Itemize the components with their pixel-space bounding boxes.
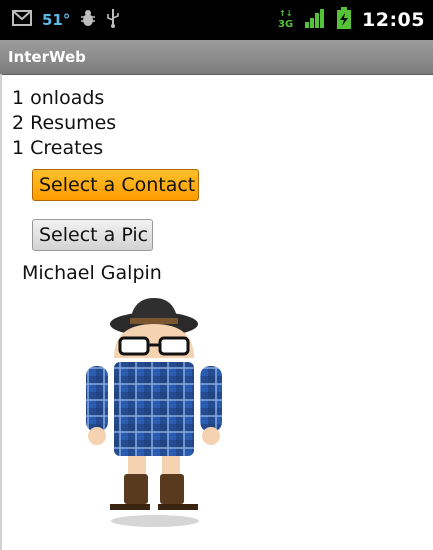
app-screen: 51° ↑↓ 3G 12:05 InterWeb 1 onloads 2 Res… [0,0,433,550]
usb-icon [106,8,120,32]
select-pic-button[interactable]: Select a Pic [32,219,153,251]
status-bar-left: 51° [12,0,120,40]
mail-icon [12,10,32,30]
android-cowboy-image [80,296,240,536]
app-title: InterWeb [8,48,86,66]
svg-text:3G: 3G [278,19,293,29]
contact-name: Michael Galpin [22,262,162,284]
temperature-text: 51° [42,11,71,29]
status-bar-right: ↑↓ 3G 12:05 [278,0,425,40]
battery-icon [336,7,352,33]
select-contact-button[interactable]: Select a Contact [32,169,199,201]
status-bar: 51° ↑↓ 3G 12:05 [0,0,433,40]
clock: 12:05 [362,9,425,31]
svg-text:↑↓: ↑↓ [279,9,292,18]
signal-icon [304,8,326,32]
screen-edge-divider [0,74,2,550]
creates-count: 1 Creates [12,137,104,159]
counters-list: 1 onloads 2 Resumes 1 Creates [12,86,116,161]
3g-data-icon: ↑↓ 3G [278,7,294,33]
resumes-count: 2 Resumes [12,112,117,134]
onloads-count: 1 onloads [12,87,105,109]
bug-icon [80,9,96,31]
title-bar: InterWeb [0,40,433,75]
